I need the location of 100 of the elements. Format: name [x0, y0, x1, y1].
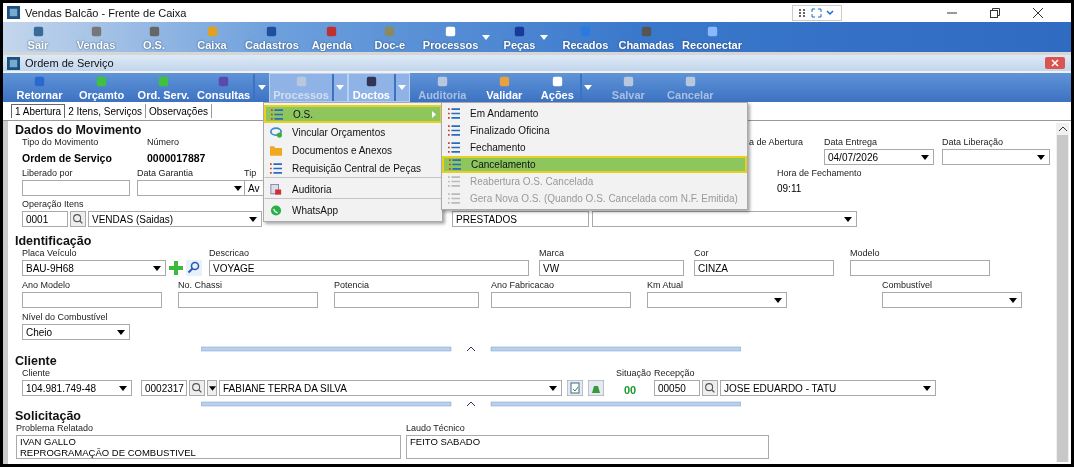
list-icon [448, 125, 460, 136]
text-area[interactable]: IVAN GALLO REPROGRAMAÇÃO DE COMBUSTIVEL [16, 435, 401, 459]
text-field[interactable]: CINZA [694, 260, 834, 276]
search-icon[interactable] [189, 380, 205, 396]
caret-icon [398, 85, 407, 90]
caret-icon [234, 185, 242, 191]
field-label: Combustível [882, 280, 933, 292]
scroll-up-icon[interactable] [1058, 126, 1067, 131]
text-area[interactable]: FEITO SABADO [406, 435, 769, 459]
tab[interactable]: Observações [146, 104, 212, 118]
code-field[interactable]: 00050 [654, 380, 700, 396]
caret-icon [336, 85, 345, 90]
field-label: Situação [616, 368, 652, 380]
dropdown-field[interactable]: Cheio [22, 324, 130, 340]
dropdown-field[interactable] [942, 149, 1050, 165]
dropdown-field[interactable]: VENDAS (Saidas) [88, 211, 262, 227]
list-icon [448, 193, 460, 204]
menu-item[interactable]: Cancelamento [442, 156, 747, 173]
tab[interactable]: 1 Abertura [11, 104, 66, 118]
chat-icon [270, 204, 282, 216]
text-field[interactable] [178, 292, 318, 308]
snap-toolbar[interactable] [792, 4, 842, 21]
field-label: Operação Itens [22, 199, 84, 211]
field-label: Cliente [22, 368, 50, 380]
form-icon [7, 56, 20, 70]
search-icon[interactable] [186, 260, 202, 276]
dropdown-field[interactable]: 04/07/2026 [824, 149, 934, 165]
field-label: Ano Fabricacao [491, 280, 555, 292]
field-label: Cor [694, 248, 709, 260]
document-check-icon[interactable] [567, 380, 583, 396]
toolbar-button[interactable]: Peças [498, 23, 557, 51]
menu-item[interactable]: Em Andamento [442, 105, 747, 122]
code-field[interactable]: 0001 [22, 211, 68, 227]
toolbar-button[interactable]: Retornar [7, 73, 69, 102]
text-field[interactable]: VW [539, 260, 684, 276]
text-field[interactable]: PRESTADOS [452, 211, 589, 227]
caret-icon [208, 385, 216, 391]
toolbar-button[interactable]: Validar [471, 73, 534, 102]
field-label: Hora de Fechamento [777, 168, 862, 180]
field-label: Placa Veículo [22, 248, 77, 260]
restore-icon[interactable] [990, 7, 1000, 18]
splitter-handle[interactable] [200, 346, 741, 352]
search-icon[interactable] [70, 211, 86, 227]
field-label: No. Chassi [178, 280, 222, 292]
window-title: Vendas Balcão - Frente de Caixa [25, 6, 187, 19]
code-field[interactable]: 0002317 [141, 380, 187, 396]
toolbar-button[interactable]: Orçamto [69, 73, 131, 102]
caret-icon [923, 385, 931, 391]
dropdown-field[interactable]: FABIANE TERRA DA SILVA [219, 380, 562, 396]
section-title: Dados do Movimento [15, 123, 142, 137]
field-value: 0000017887 [147, 152, 207, 164]
text-field[interactable] [22, 180, 130, 196]
field-label: Tip [244, 168, 257, 180]
toolbar-button[interactable]: Reconectar [678, 23, 746, 51]
field-label: a de Abertura [749, 137, 804, 149]
link-icon [270, 126, 282, 138]
caret-icon [921, 154, 929, 160]
dropdown-field[interactable] [592, 211, 857, 227]
close-icon[interactable] [1033, 7, 1043, 18]
dropdown-field[interactable]: BAU-9H68 [22, 260, 166, 276]
toolbar-button[interactable]: Ord. Serv. [131, 73, 193, 102]
text-field[interactable] [22, 292, 162, 308]
child-window-title: Ordem de Serviço [25, 57, 114, 69]
bag-icon[interactable] [588, 380, 604, 396]
dropdown-field[interactable] [137, 180, 247, 196]
menu-item[interactable]: O.S. [264, 105, 442, 123]
field-value: Ordem de Serviço [22, 152, 113, 164]
field-label: Ano Modelo [22, 280, 71, 292]
dropdown-field[interactable]: JOSE EDUARDO - TATU [720, 380, 936, 396]
toolbar-button[interactable]: Chamadas [614, 23, 679, 51]
section-title: Identificação [15, 234, 92, 248]
menu-item[interactable]: Fechamento [442, 139, 747, 156]
field-label: Marca [539, 248, 564, 260]
dropdown-field[interactable]: 104.981.749-48 [22, 380, 132, 396]
text-field[interactable] [850, 260, 990, 276]
list-icon [448, 176, 460, 187]
menu-item[interactable]: Vincular Orçamentos [264, 123, 442, 141]
field-label: Descricao [209, 248, 249, 260]
folder-icon [270, 144, 282, 156]
dropdown-field[interactable] [882, 292, 1022, 308]
menu-item[interactable]: Finalizado Oficina [442, 122, 747, 139]
search-icon[interactable] [702, 380, 718, 396]
text-field[interactable]: VOYAGE [209, 260, 529, 276]
toolbar-button[interactable]: Recados [556, 23, 615, 51]
dropdown-field[interactable] [647, 292, 787, 308]
field-label: Data Liberação [942, 137, 1004, 149]
menu-item[interactable]: Requisição Central de Peças [264, 159, 442, 177]
app-icon [7, 6, 20, 19]
dropdown-button[interactable] [207, 380, 217, 396]
field-label: Recepção [654, 368, 695, 380]
text-field[interactable] [334, 292, 479, 308]
menu-item[interactable]: WhatsApp [264, 198, 442, 219]
caret-icon [153, 265, 161, 271]
caret-icon [549, 385, 557, 391]
menu-item[interactable]: Documentos e Anexos [264, 141, 442, 159]
text-field[interactable] [491, 292, 631, 308]
scrollbar[interactable] [1056, 123, 1069, 462]
splitter-handle[interactable] [200, 401, 741, 407]
tab[interactable]: 2 Itens, Serviços [65, 104, 147, 118]
caret-icon [119, 385, 127, 391]
